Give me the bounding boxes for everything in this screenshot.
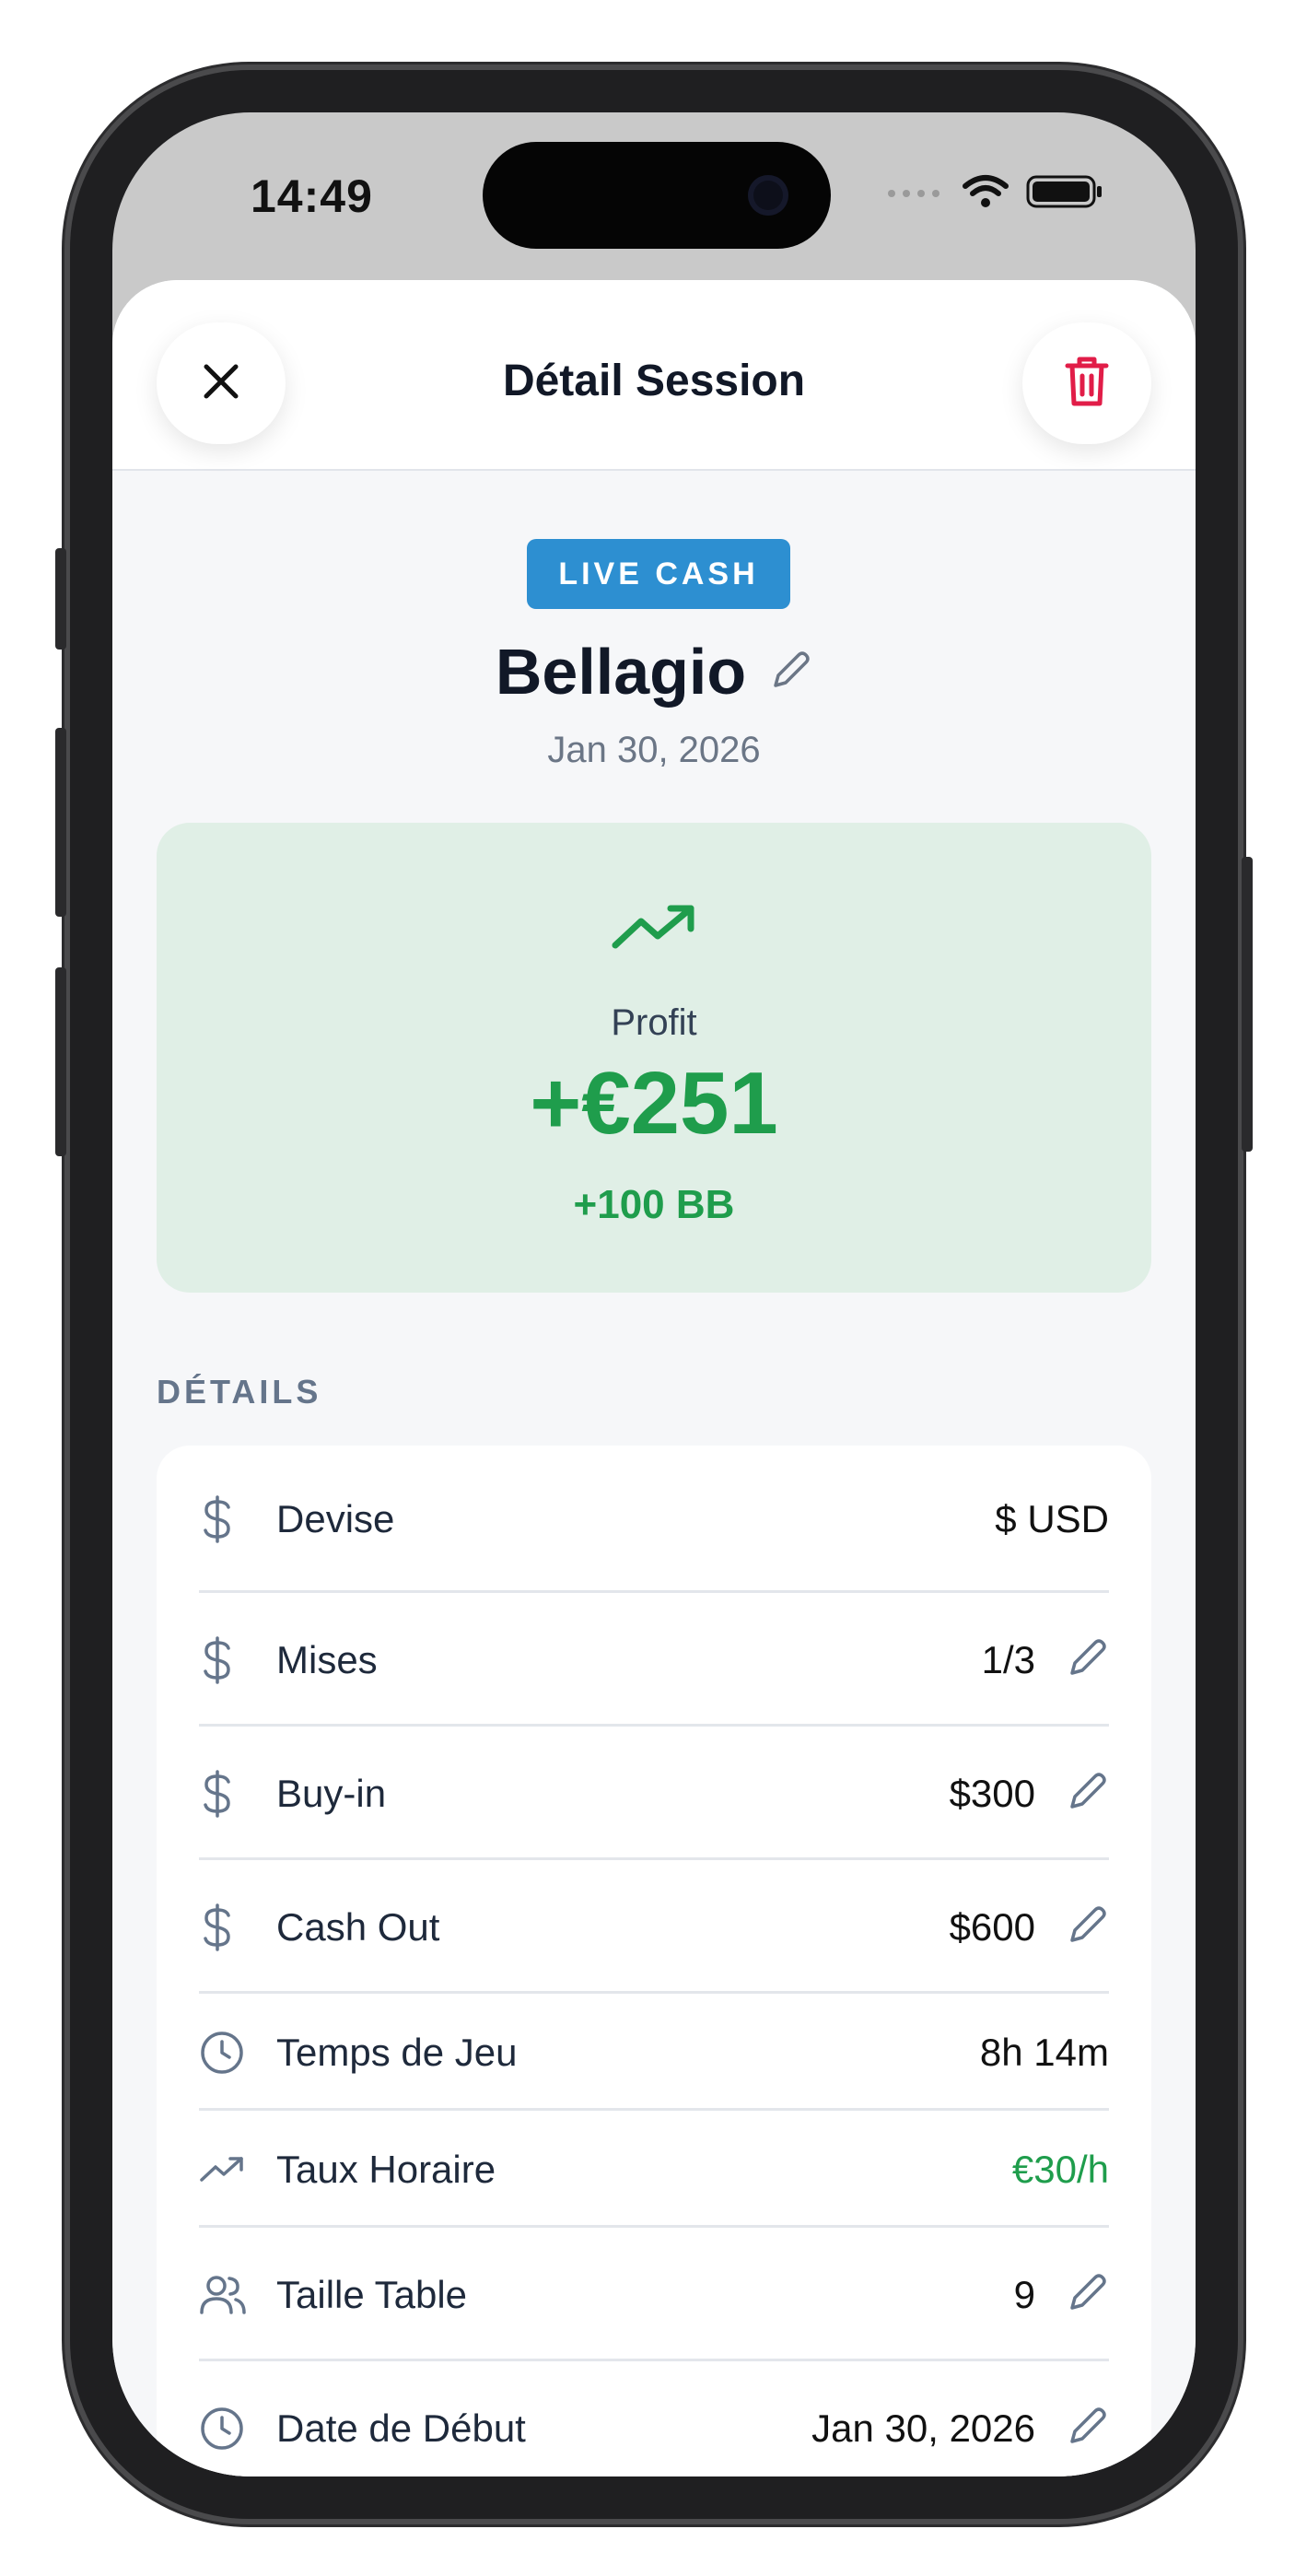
edit-table-size-button[interactable]: [1035, 2271, 1109, 2318]
session-detail-sheet: Détail Session LIVE CASH Bellagio Jan 30…: [112, 280, 1196, 2476]
detail-label: Taux Horaire: [276, 2147, 496, 2191]
pencil-icon: [1067, 2405, 1109, 2452]
camera-lens: [748, 175, 788, 216]
wifi-icon: [962, 173, 1009, 215]
venue-name: Bellagio: [495, 636, 747, 708]
screen: 14:49 Détail Session LIVE CASH Bellagio …: [112, 112, 1196, 2476]
trending-up-icon: [199, 2154, 251, 2185]
status-icons: [886, 173, 1103, 215]
detail-row-cash-out[interactable]: Cash Out $600: [199, 1860, 1109, 1994]
detail-value: $600: [949, 1904, 1035, 1949]
delete-button[interactable]: [1022, 322, 1151, 444]
profit-card: Profit +€251 +100 BB: [157, 823, 1151, 1293]
volume-up-button: [55, 728, 66, 917]
signal-icon: [886, 182, 945, 205]
pencil-icon: [770, 650, 812, 695]
users-icon: [199, 2274, 251, 2316]
edit-start-date-button[interactable]: [1035, 2405, 1109, 2452]
pencil-icon: [1067, 1636, 1109, 1683]
trash-icon: [1064, 355, 1110, 413]
trending-up-icon: [610, 901, 698, 961]
session-type-badge: LIVE CASH: [527, 539, 790, 609]
session-date: Jan 30, 2026: [547, 730, 761, 770]
detail-row-taille-table[interactable]: Taille Table 9: [199, 2228, 1109, 2361]
detail-value: $300: [949, 1771, 1035, 1815]
detail-value: $ USD: [995, 1497, 1109, 1540]
clock-icon: [199, 2406, 251, 2452]
venue-row: Bellagio: [112, 635, 1196, 708]
profit-value: +€251: [530, 1054, 778, 1153]
detail-label: Taille Table: [276, 2272, 468, 2316]
detail-label: Devise: [276, 1497, 395, 1540]
dollar-icon: [199, 1495, 251, 1543]
edit-cash-out-button[interactable]: [1035, 1903, 1109, 1950]
detail-value: €30/h: [1011, 2147, 1109, 2191]
detail-row-taux-horaire: Taux Horaire €30/h: [199, 2111, 1109, 2228]
detail-row-devise: Devise $ USD: [199, 1446, 1109, 1593]
detail-row-temps-de-jeu: Temps de Jeu 8h 14m: [199, 1994, 1109, 2111]
status-time: 14:49: [251, 170, 373, 222]
edit-mises-button[interactable]: [1035, 1636, 1109, 1683]
nav-bar: Détail Session: [112, 280, 1196, 471]
detail-label: Date de Début: [276, 2406, 526, 2450]
detail-label: Cash Out: [276, 1904, 440, 1949]
dollar-icon: [199, 1903, 251, 1951]
profit-label: Profit: [611, 1002, 697, 1043]
battery-icon: [1026, 173, 1103, 215]
volume-down-button: [55, 967, 66, 1156]
detail-label: Mises: [276, 1637, 378, 1681]
dollar-icon: [199, 1635, 251, 1684]
details-section-title: DÉTAILS: [157, 1373, 322, 1411]
detail-row-date-de-debut[interactable]: Date de Début Jan 30, 2026: [199, 2361, 1109, 2476]
dynamic-island: [483, 142, 831, 249]
detail-row-mises[interactable]: Mises 1/3: [199, 1593, 1109, 1727]
edit-venue-button[interactable]: [770, 649, 812, 696]
edit-buy-in-button[interactable]: [1035, 1770, 1109, 1817]
detail-row-buy-in[interactable]: Buy-in $300: [199, 1727, 1109, 1860]
action-button: [55, 548, 66, 650]
detail-label: Buy-in: [276, 1771, 387, 1815]
power-button: [1242, 857, 1253, 1152]
pencil-icon: [1067, 1903, 1109, 1950]
detail-value: 9: [1013, 2272, 1035, 2316]
details-card: Devise $ USD Mises 1/3 Buy-in $300 Cash …: [157, 1446, 1151, 2476]
clock-icon: [199, 2030, 251, 2076]
pencil-icon: [1067, 2271, 1109, 2318]
detail-label: Temps de Jeu: [276, 2030, 518, 2074]
detail-value: Jan 30, 2026: [811, 2406, 1035, 2450]
detail-value: 8h 14m: [979, 2030, 1109, 2074]
status-bar: 14:49: [112, 112, 1196, 278]
profit-bb: +100 BB: [573, 1182, 735, 1227]
detail-value: 1/3: [981, 1637, 1035, 1681]
dollar-icon: [199, 1769, 251, 1818]
pencil-icon: [1067, 1770, 1109, 1817]
